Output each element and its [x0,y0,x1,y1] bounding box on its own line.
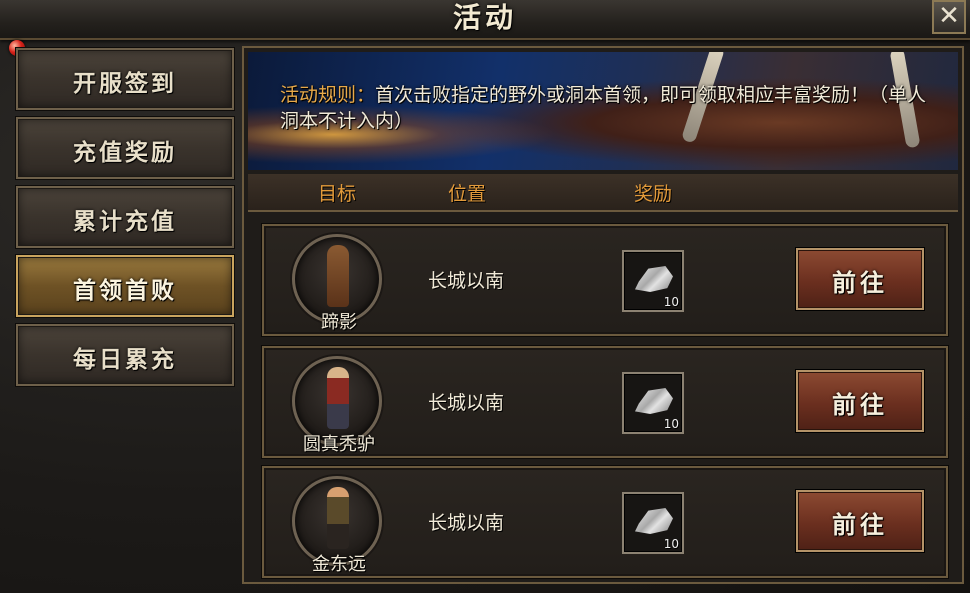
go-button[interactable]: 前往 [795,369,925,433]
table-row: 圆真秃驴 长城以南 10 前往 [261,345,949,459]
reward-quantity: 10 [663,537,679,551]
boss-figure [327,367,349,429]
tab-label: 每日累充 [73,346,177,373]
boss-figure [327,487,349,549]
rules-text-block: 活动规则：首次击败指定的野外或洞本首领，即可领取相应丰富奖励！（单人洞本不计入内… [280,82,930,134]
reward-quantity: 10 [663,295,679,309]
tab-server-checkin[interactable]: 开服签到 [15,47,235,111]
go-button[interactable]: 前往 [795,247,925,311]
tab-label: 首领首败 [73,277,177,304]
activity-window: 活动 ✕ 开服签到 充值奖励 累计充值 首领首败 每日累充 活动规则：首次击败指… [0,0,970,593]
boss-name: 蹄影 [321,312,357,333]
go-button-label: 前往 [832,268,888,297]
activity-tab-list: 开服签到 充值奖励 累计充值 首领首败 每日累充 [15,47,236,393]
boss-name: 圆真秃驴 [303,434,375,455]
go-button-label: 前往 [832,390,888,419]
table-row: 蹄影 长城以南 10 前往 [261,223,949,337]
title-bar: 活动 ✕ [0,0,970,40]
reward-quantity: 10 [663,417,679,431]
tab-recharge-reward[interactable]: 充值奖励 [15,116,235,180]
rules-banner: 活动规则：首次击败指定的野外或洞本首领，即可领取相应丰富奖励！（单人洞本不计入内… [248,52,958,170]
silver-ore-icon [635,388,673,414]
go-button[interactable]: 前往 [795,489,925,553]
tab-label: 充值奖励 [73,139,177,166]
tab-daily-recharge[interactable]: 每日累充 [15,323,235,387]
tab-boss-first-kill[interactable]: 首领首败 [15,254,235,318]
silver-ore-icon [635,508,673,534]
boss-name: 金东远 [312,554,366,575]
tab-label: 开服签到 [73,70,177,97]
go-button-label: 前往 [832,510,888,539]
reward-item-slot[interactable]: 10 [622,372,684,434]
boss-location: 长城以南 [428,392,505,414]
tab-label: 累计充值 [73,208,177,235]
table-header: 目标 位置 奖励 [248,174,958,212]
rules-label: 活动规则： [280,84,376,106]
window-title: 活动 [452,1,517,34]
boss-first-kill-panel: 活动规则：首次击败指定的野外或洞本首领，即可领取相应丰富奖励！（单人洞本不计入内… [242,46,964,584]
boss-location: 长城以南 [428,270,505,292]
tab-cumulative-recharge[interactable]: 累计充值 [15,185,235,249]
rules-text: 首次击败指定的野外或洞本首领，即可领取相应丰富奖励！（单人洞本不计入内） [280,84,927,132]
reward-item-slot[interactable]: 10 [622,492,684,554]
header-target: 目标 [318,183,357,205]
reward-item-slot[interactable]: 10 [622,250,684,312]
table-row: 金东远 长城以南 10 前往 [261,465,949,579]
silver-ore-icon [635,266,673,292]
close-button[interactable]: ✕ [932,0,966,34]
header-location: 位置 [448,183,487,205]
boss-figure [327,245,349,307]
header-reward: 奖励 [634,183,673,205]
boss-location: 长城以南 [428,512,505,534]
